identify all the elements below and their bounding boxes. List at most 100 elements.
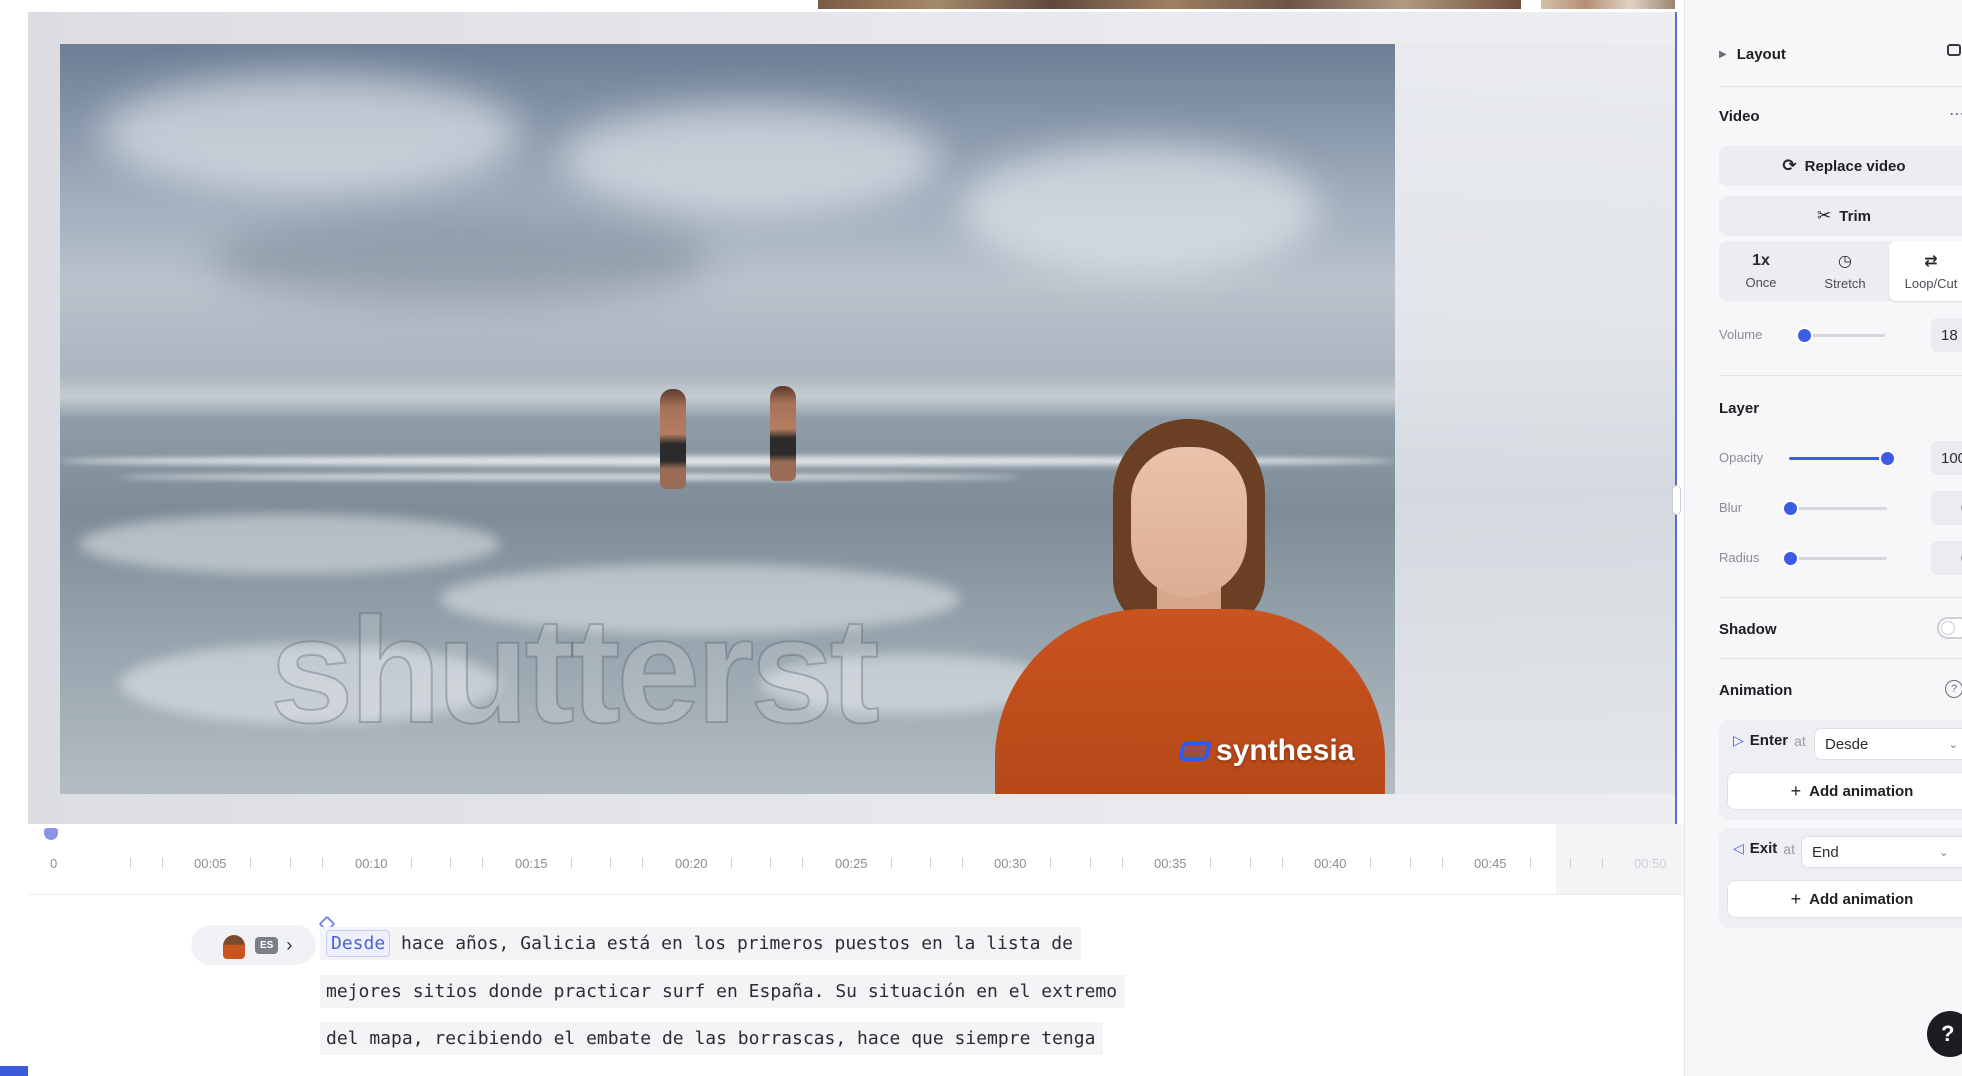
stretch-label: Stretch — [1824, 276, 1866, 291]
radius-input[interactable]: 0px — [1931, 541, 1962, 575]
animation-section-title: Animation — [1719, 682, 1793, 699]
playback-stretch-option[interactable]: ◷ Stretch — [1803, 241, 1887, 301]
enter-play-icon: ▷ — [1733, 732, 1744, 748]
tick-label: 00:20 — [675, 856, 708, 871]
opacity-control: Opacity 100% — [1719, 441, 1962, 475]
tick-label: 00:05 — [194, 856, 227, 871]
enter-at-label: at — [1794, 732, 1806, 749]
playback-mode-selector[interactable]: 1x Once ◷ Stretch ⇄ Loop/Cut — [1719, 241, 1962, 301]
add-enter-animation-button[interactable]: + Add animation — [1727, 772, 1962, 810]
timeline-ruler[interactable]: 0 00:05 00:10 00:15 00:20 00:25 00:30 00… — [28, 824, 1684, 895]
video-section-title: Video — [1719, 108, 1760, 125]
opacity-slider[interactable] — [1881, 452, 1894, 465]
exit-anchor-select[interactable]: End ⌄ — [1801, 836, 1962, 868]
layout-section-toggle[interactable]: ▶ Layout — [1719, 44, 1962, 63]
once-label: Once — [1745, 275, 1777, 290]
loop-cut-label: Loop/Cut — [1904, 276, 1958, 291]
script-editor[interactable]: ES › Desde hace años, Galicia está en lo… — [28, 895, 1684, 1076]
synthesia-logo-icon — [1177, 741, 1213, 761]
speaker-avatar — [223, 935, 245, 959]
canvas-area: shutterst synthesia 0 00:05 00:10 00:15 … — [0, 0, 1684, 1076]
script-text: hace años, Galicia está en los primeros … — [390, 933, 1073, 954]
bottom-accent-strip — [0, 1066, 28, 1076]
once-icon: 1x — [1752, 252, 1770, 269]
synthesia-logo: synthesia — [1177, 734, 1355, 768]
blur-slider[interactable] — [1784, 502, 1797, 515]
caret-right-icon: ▶ — [1719, 49, 1727, 60]
video-frame[interactable]: shutterst synthesia — [60, 44, 1395, 794]
tick-label: 00:40 — [1314, 856, 1347, 871]
stopwatch-icon: ◷ — [1838, 253, 1852, 270]
tick-label: 0 — [50, 856, 58, 871]
exit-label: Exit — [1749, 840, 1778, 857]
replace-video-button[interactable]: ⟳ Replace video — [1719, 146, 1962, 186]
add-exit-animation-button[interactable]: + Add animation — [1727, 880, 1962, 918]
tick-label: 00:25 — [835, 856, 868, 871]
refresh-icon: ⟳ — [1782, 156, 1797, 175]
tick-label: 00:30 — [994, 856, 1027, 871]
script-line[interactable]: del mapa, recibiendo el embate de las bo… — [320, 1022, 1104, 1055]
trim-label: Trim — [1839, 207, 1871, 225]
layout-label: Layout — [1736, 46, 1786, 63]
more-options-icon[interactable]: ⋯ — [1949, 104, 1962, 124]
exit-anchor-value: End — [1812, 843, 1839, 861]
tick-label: 00:10 — [355, 856, 388, 871]
properties-panel: ▶ Layout Video ⋯ ⟳ Replace video ✂ Trim … — [1684, 0, 1962, 1076]
chevron-down-icon: ⌄ — [1938, 845, 1949, 859]
volume-control: Volume 18% — [1719, 318, 1962, 352]
animation-anchor-word[interactable]: Desde — [326, 930, 391, 957]
radius-control: Radius 0px — [1719, 541, 1962, 575]
scene-thumbnail-strip-secondary[interactable] — [1541, 0, 1675, 9]
tick-label: 00:35 — [1154, 856, 1187, 871]
loop-icon: ⇄ — [1924, 253, 1938, 270]
tick-label: 00:50 — [1634, 856, 1667, 871]
chevron-right-icon: › — [286, 934, 293, 955]
resize-handle[interactable] — [1672, 485, 1681, 515]
help-circle-icon[interactable]: ? — [1945, 680, 1962, 698]
volume-label: Volume — [1719, 327, 1763, 342]
script-line[interactable]: mejores sitios donde practicar surf en E… — [320, 975, 1126, 1008]
video-overflow-region — [1395, 44, 1675, 794]
enter-anchor-select[interactable]: Desde ⌄ — [1814, 728, 1962, 760]
scissors-icon: ✂ — [1817, 206, 1832, 225]
chevron-down-icon: ⌄ — [1948, 737, 1959, 751]
tick-label: 00:15 — [515, 856, 548, 871]
layer-section-title: Layer — [1719, 400, 1760, 417]
lock-icon[interactable] — [1947, 44, 1961, 56]
trim-button[interactable]: ✂ Trim — [1719, 196, 1962, 236]
enter-anchor-value: Desde — [1825, 735, 1869, 753]
volume-slider[interactable] — [1798, 329, 1811, 342]
synthesia-logo-text: synthesia — [1216, 734, 1355, 767]
blur-input[interactable]: 0% — [1931, 491, 1962, 525]
volume-input[interactable]: 18% — [1931, 318, 1962, 352]
add-animation-label: Add animation — [1809, 890, 1914, 908]
surfer-figure — [770, 386, 796, 481]
exit-at-label: at — [1783, 840, 1795, 857]
playback-once-option[interactable]: 1x Once — [1719, 241, 1803, 301]
blur-control: Blur 0% — [1719, 491, 1962, 525]
playhead-marker[interactable] — [44, 828, 58, 840]
stock-watermark: shutterst — [269, 585, 881, 755]
scene-thumbnail-strip[interactable] — [818, 0, 1521, 9]
exit-play-icon: ◁ — [1733, 840, 1744, 856]
opacity-input[interactable]: 100% — [1931, 441, 1962, 475]
speaker-selector[interactable]: ES › — [191, 925, 316, 965]
replace-video-label: Replace video — [1804, 157, 1906, 175]
shadow-section-title: Shadow — [1719, 621, 1777, 638]
plus-icon: + — [1790, 780, 1802, 801]
exit-animation-card: ◁ Exit at End ⌄ + Add animation — [1719, 828, 1962, 928]
radius-label: Radius — [1719, 550, 1760, 565]
enter-label: Enter — [1749, 732, 1789, 749]
language-badge: ES — [255, 936, 279, 954]
playback-loop-cut-option[interactable]: ⇄ Loop/Cut — [1889, 241, 1962, 301]
radius-slider[interactable] — [1784, 552, 1797, 565]
shadow-toggle[interactable] — [1937, 617, 1962, 639]
plus-icon: + — [1790, 888, 1802, 909]
add-animation-label: Add animation — [1809, 782, 1914, 800]
blur-label: Blur — [1719, 500, 1743, 515]
script-line[interactable]: Desde hace años, Galicia está en los pri… — [320, 927, 1081, 960]
surfer-figure — [660, 389, 686, 489]
enter-animation-card: ▷ Enter at Desde ⌄ + Add animation — [1719, 720, 1962, 820]
canvas-edge-line — [1675, 12, 1677, 824]
tick-label: 00:45 — [1474, 856, 1507, 871]
